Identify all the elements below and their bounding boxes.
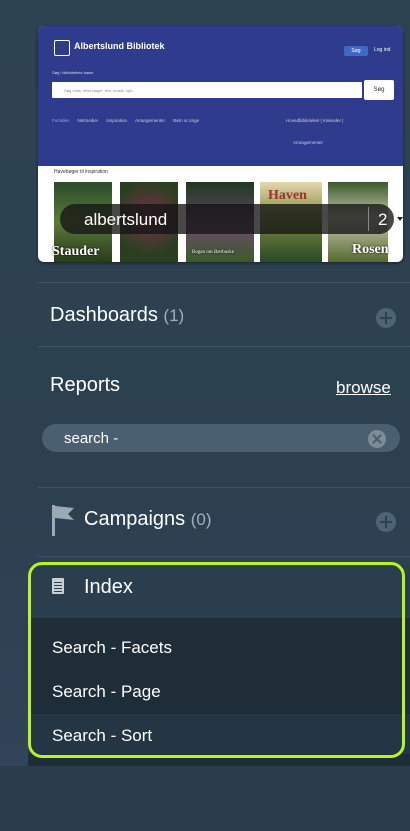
- section-heading: Havebøger til inspiration: [54, 169, 108, 175]
- login-link: Log ind: [374, 47, 391, 53]
- site-nav: Forsiden Netmedier Inspiration Arrangemente…: [52, 118, 207, 123]
- nav-item: Forsiden: [52, 118, 70, 123]
- nav-item: Netmedier: [77, 118, 99, 123]
- segment-count: 2: [378, 210, 388, 229]
- divider: [368, 207, 369, 231]
- divider: [38, 346, 410, 347]
- divider: [38, 282, 410, 283]
- search-label: Søg i bibliotekets baser: [52, 70, 94, 75]
- image-label: Bogen om Bærbuske: [192, 250, 234, 255]
- nav-right: Hovedbiblioteket | Kalender |: [286, 118, 344, 123]
- add-dashboard-plus-icon[interactable]: [376, 308, 396, 328]
- image-label: Haven: [268, 188, 307, 203]
- page-thumbnail[interactable]: Albertslund Bibliotek Søg Log ind Søg i …: [38, 26, 403, 262]
- nav-item: Børn & Unge: [173, 118, 200, 123]
- campaigns-label: Campaigns: [84, 508, 186, 530]
- image-label: Rosen: [352, 242, 389, 257]
- campaigns-heading[interactable]: Campaigns (0): [84, 508, 212, 531]
- add-campaign-plus-icon[interactable]: [376, 512, 396, 532]
- dropdown-arrow-icon[interactable]: [394, 213, 403, 225]
- library-logo-icon: [54, 40, 70, 56]
- divider: [38, 487, 410, 488]
- nav-sub: Arrangementer: [293, 140, 324, 145]
- dashboards-count: (1): [163, 306, 185, 325]
- search-placeholder: Søg f.eks. efter bøger, film, musik, spi…: [64, 88, 136, 93]
- nav-item: Arrangementer: [135, 118, 166, 123]
- reports-heading: Reports: [50, 374, 121, 396]
- image-label: Stauder: [52, 244, 100, 259]
- divider: [38, 556, 410, 557]
- browse-reports-link[interactable]: browse: [336, 378, 391, 398]
- segment-label: albertslund: [84, 210, 168, 229]
- highlight-outline: [28, 562, 405, 758]
- flag-icon: [52, 505, 74, 536]
- campaigns-count: (0): [190, 510, 212, 529]
- clear-filter-icon[interactable]: [368, 430, 386, 448]
- nav-item: Inspiration: [106, 118, 128, 123]
- dashboards-heading[interactable]: Dashboards (1): [50, 304, 184, 327]
- reports-filter-value: search -: [64, 430, 119, 447]
- sidebar-footer: [0, 766, 410, 831]
- search-submit-button: Søg: [364, 80, 394, 100]
- header-search-button: Søg: [344, 46, 368, 56]
- site-title: Albertslund Bibliotek: [74, 41, 165, 51]
- dashboards-label: Dashboards: [50, 304, 158, 326]
